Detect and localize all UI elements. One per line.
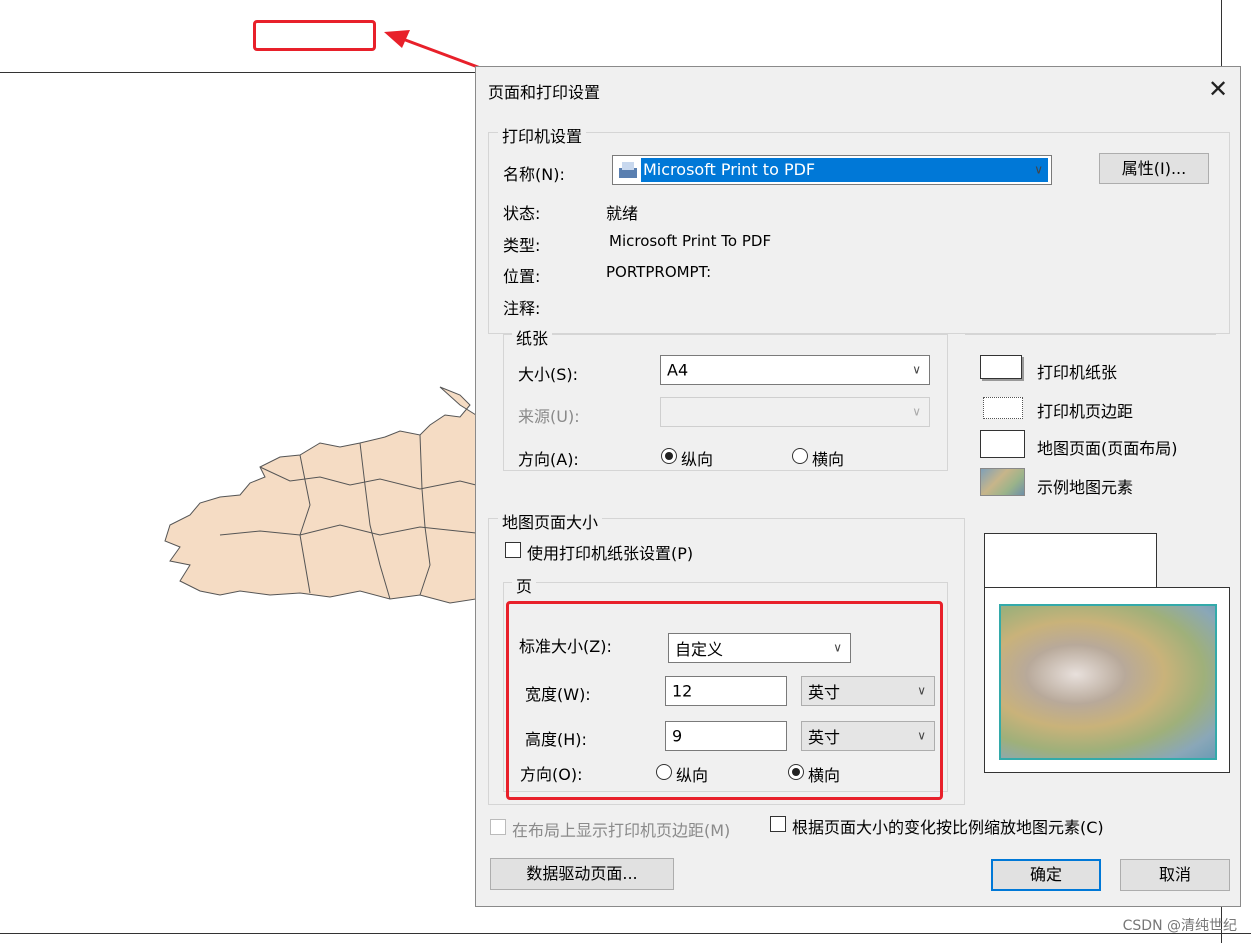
printer-properties-button[interactable]: 属性(I)... <box>1099 153 1209 184</box>
use-printer-paper-checkbox[interactable] <box>505 542 521 558</box>
map-page-size-label: 地图页面大小 <box>498 509 603 533</box>
printer-name-label: 名称(N): <box>503 165 565 184</box>
scale-elements-checkbox[interactable] <box>770 816 786 832</box>
map-element-swatch <box>980 468 1025 496</box>
layout-bottom-border <box>0 933 1251 934</box>
preview-map-image <box>999 604 1217 760</box>
ok-button[interactable]: 确定 <box>991 859 1101 891</box>
map-layer <box>164 386 477 604</box>
scale-elements-label[interactable]: 根据页面大小的变化按比例缩放地图元素(C) <box>792 814 1104 838</box>
printer-location-label: 位置: <box>503 267 541 286</box>
legend-label-printer-paper: 打印机纸张 <box>1037 363 1118 382</box>
printer-status-value: 就绪 <box>606 204 639 223</box>
cancel-button[interactable]: 取消 <box>1120 859 1230 891</box>
paper-source-label: 来源(U): <box>518 407 580 426</box>
printer-status-label: 状态: <box>503 204 541 223</box>
show-margins-checkbox <box>490 819 506 835</box>
dialog-title: 页面和打印设置 <box>488 83 601 102</box>
printer-comment-label: 注释: <box>503 299 541 318</box>
paper-group-label: 纸张 <box>512 325 553 349</box>
printer-icon <box>617 160 639 180</box>
paper-portrait-radio[interactable] <box>661 448 677 464</box>
printer-margin-swatch <box>983 397 1023 419</box>
paper-size-label: 大小(S): <box>518 365 579 384</box>
printer-settings-label: 打印机设置 <box>498 123 587 147</box>
map-page-swatch <box>980 430 1025 458</box>
paper-size-value: A4 <box>667 360 689 380</box>
legend-frame <box>965 334 1216 335</box>
printer-type-value: Microsoft Print To PDF <box>609 232 772 250</box>
paper-portrait-label[interactable]: 纵向 <box>681 446 713 470</box>
data-driven-pages-button[interactable]: 数据驱动页面... <box>490 858 674 890</box>
paper-orientation-label: 方向(A): <box>518 450 579 469</box>
highlight-box-page-size <box>506 601 943 800</box>
show-margins-label: 在布局上显示打印机页边距(M) <box>512 821 731 840</box>
printer-paper-swatch <box>980 355 1022 379</box>
map-region <box>164 386 477 604</box>
legend-label-printer-margin: 打印机页边距 <box>1037 402 1134 421</box>
legend-label-map-element: 示例地图元素 <box>1037 478 1134 497</box>
printer-name-value: Microsoft Print to PDF <box>641 158 1048 182</box>
printer-type-label: 类型: <box>503 236 541 255</box>
paper-size-select[interactable]: A4 ∨ <box>660 355 930 385</box>
chevron-down-icon: ∨ <box>1034 162 1043 177</box>
paper-landscape-radio[interactable] <box>792 448 808 464</box>
printer-location-value: PORTPROMPT: <box>606 263 712 281</box>
page-print-setup-dialog: 页面和打印设置 ✕ 打印机设置 名称(N): Microsoft Print t… <box>475 66 1241 907</box>
use-printer-paper-label[interactable]: 使用打印机纸张设置(P) <box>527 540 693 564</box>
close-icon[interactable]: ✕ <box>1204 75 1232 103</box>
highlight-box-top <box>253 20 376 51</box>
printer-name-select[interactable]: Microsoft Print to PDF ∨ <box>612 155 1052 185</box>
page-subgroup-label: 页 <box>512 573 537 597</box>
chevron-down-icon: ∨ <box>912 362 921 377</box>
chevron-down-icon: ∨ <box>912 404 921 419</box>
paper-source-select: ∨ <box>660 397 930 427</box>
paper-landscape-label[interactable]: 横向 <box>812 446 844 470</box>
watermark: CSDN @清纯世纪 <box>1122 918 1237 934</box>
legend-label-map-page: 地图页面(页面布局) <box>1037 439 1178 458</box>
